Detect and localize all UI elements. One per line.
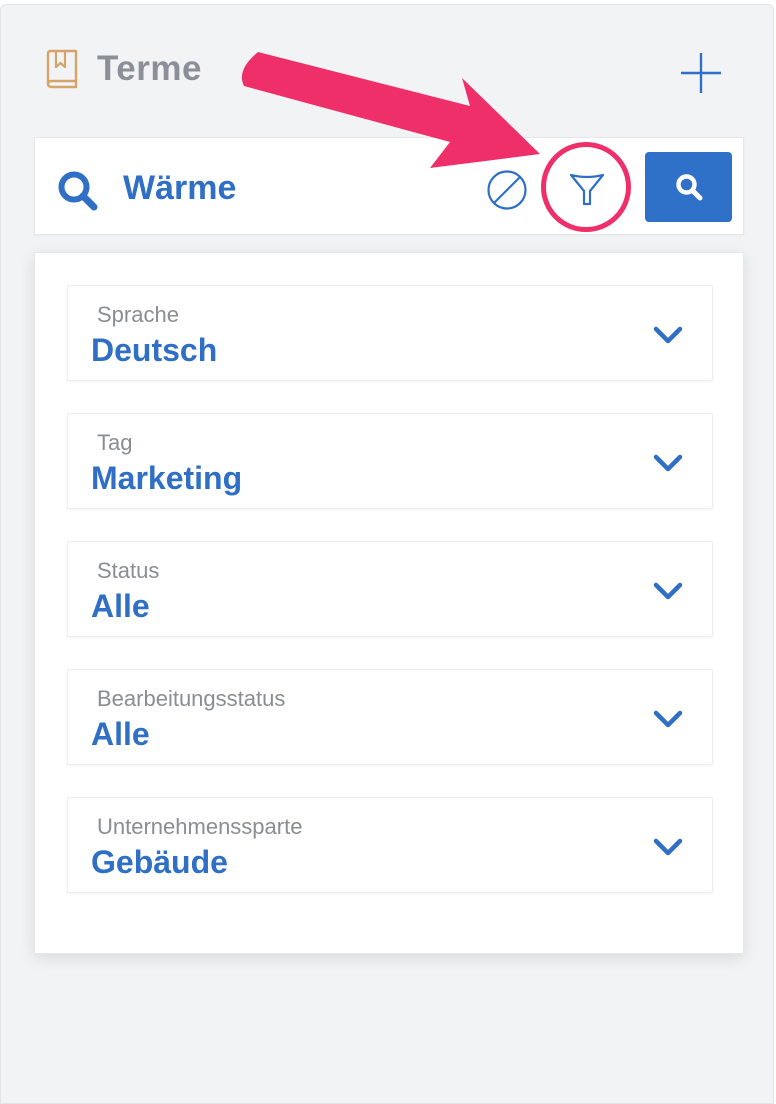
search-submit-button[interactable] (645, 152, 732, 222)
filter-icon (569, 173, 605, 206)
clear-search-button[interactable] (485, 168, 529, 212)
filter-label: Bearbeitungsstatus (97, 686, 286, 711)
filter-panel: Sprache Deutsch Tag Marketing Status All… (34, 252, 744, 954)
filter-value: Gebäude (91, 844, 228, 880)
chevron-down-icon (652, 836, 684, 858)
add-term-button[interactable] (677, 49, 725, 97)
filter-value: Marketing (91, 460, 243, 496)
chevron-down-icon (652, 324, 684, 346)
search-input[interactable] (123, 160, 453, 216)
search-icon (675, 174, 702, 201)
panel-header: Terme (45, 49, 202, 89)
filter-value: Deutsch (91, 332, 218, 368)
clear-icon (487, 170, 527, 210)
chevron-down-icon (652, 580, 684, 602)
filter-language-dropdown[interactable]: Sprache Deutsch (67, 285, 713, 381)
filter-label: Sprache (97, 302, 179, 327)
chevron-down-icon (652, 452, 684, 474)
filter-value: Alle (91, 716, 150, 752)
filter-label: Unternehmenssparte (97, 814, 303, 839)
filter-value: Alle (91, 588, 150, 624)
plus-icon (681, 53, 721, 93)
filter-editing-status-dropdown[interactable]: Bearbeitungsstatus Alle (67, 669, 713, 765)
filter-label: Status (97, 558, 160, 583)
filter-status-dropdown[interactable]: Status Alle (67, 541, 713, 637)
chevron-down-icon (652, 708, 684, 730)
page-title: Terme (97, 49, 202, 88)
terms-panel: Terme Wärme Sprache Deutsch Tag Marketin… (0, 4, 774, 1104)
search-bar (34, 137, 744, 235)
search-icon (55, 168, 99, 212)
filter-label: Tag (97, 430, 133, 455)
filter-business-unit-dropdown[interactable]: Unternehmenssparte Gebäude (67, 797, 713, 893)
book-icon (46, 49, 78, 89)
filter-tag-dropdown[interactable]: Tag Marketing (67, 413, 713, 509)
filter-toggle-button[interactable] (565, 166, 609, 210)
